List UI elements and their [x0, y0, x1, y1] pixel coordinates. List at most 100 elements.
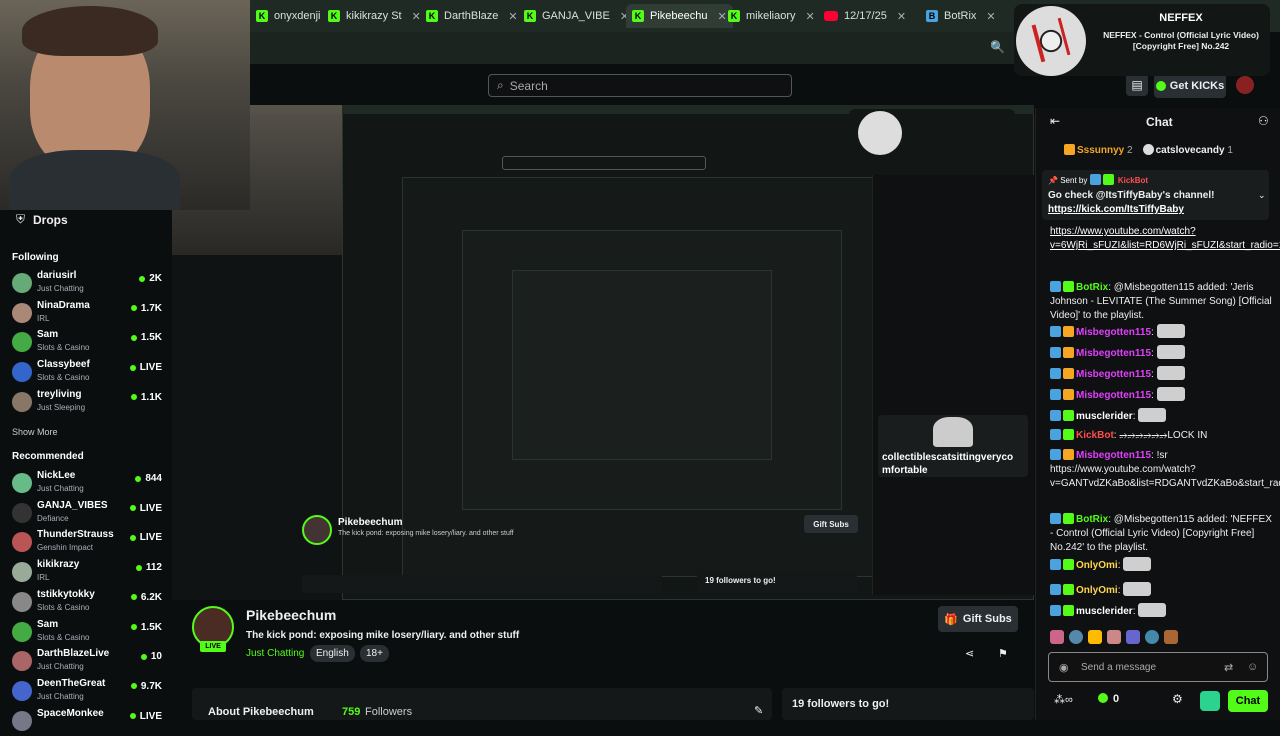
channel-name: tstikkytokky: [37, 588, 95, 600]
chat-username[interactable]: Misbegotten115: [1076, 390, 1151, 401]
browser-tab[interactable]: Kmikeliaory ✕: [722, 4, 821, 28]
emoji-icon[interactable]: ☺: [1247, 661, 1258, 673]
sidebar-channel-item[interactable]: treyliving Just Sleeping 1.1K: [12, 389, 162, 417]
badge-icon: [1063, 368, 1074, 379]
browser-tab[interactable]: B BotRix ✕: [920, 4, 1002, 28]
category-link[interactable]: Just Chatting: [246, 648, 304, 659]
sidebar-channel-item[interactable]: DarthBlazeLive Just Chatting 10: [12, 648, 162, 676]
sidebar-channel-item[interactable]: dariusirl Just Chatting 2K: [12, 270, 162, 298]
store-icon[interactable]: ▤: [1126, 74, 1148, 96]
chat-username[interactable]: Misbegotten115: [1076, 369, 1151, 380]
viewer-count: 2K: [149, 273, 162, 284]
browser-tab[interactable]: 12/17/25 ✕: [818, 4, 912, 28]
sidebar-channel-item[interactable]: Sam Slots & Casino 1.5K: [12, 619, 162, 647]
chat-username[interactable]: musclerider: [1076, 606, 1133, 617]
channel-category: Genshin Impact: [37, 543, 94, 553]
gift-subs-button[interactable]: 🎁 Gift Subs: [938, 606, 1018, 632]
chat-message: Misbegotten115:: [1050, 387, 1272, 407]
browser-tab[interactable]: K GANJA_VIBE ✕: [518, 4, 635, 28]
sidebar-channel-item[interactable]: NickLee Just Chatting 844: [12, 470, 162, 498]
user-avatar[interactable]: [1236, 76, 1254, 94]
badge-icon: [1063, 429, 1074, 440]
pinned-link[interactable]: https://kick.com/ItsTiffyBaby: [1048, 204, 1184, 215]
tag-18plus[interactable]: 18+: [360, 645, 389, 662]
get-kicks-button[interactable]: Get KICKs: [1154, 74, 1226, 98]
viewer-count: LIVE: [139, 502, 162, 514]
stream-title: The kick pond: exposing mike losery/liar…: [246, 630, 520, 641]
chat-username[interactable]: OnlyOmi: [1076, 585, 1118, 596]
badge-icon: [1050, 347, 1061, 358]
browser-tab[interactable]: Kkikikrazy St ✕: [322, 4, 427, 28]
translate-icon[interactable]: ⇄: [1224, 661, 1233, 674]
preview-chat-card: collectiblescatsittingverycomfortable: [882, 452, 1014, 476]
chat-username[interactable]: BotRix: [1076, 514, 1108, 525]
chat-username[interactable]: Misbegotten115: [1076, 450, 1151, 461]
botrix-favicon-icon: B: [926, 10, 938, 22]
chat-message: OnlyOmi:: [1050, 582, 1272, 602]
chat-users-icon[interactable]: ⚇: [1258, 114, 1269, 128]
close-tab-icon[interactable]: ✕: [508, 10, 517, 23]
channel-category: IRL: [37, 573, 50, 583]
report-icon[interactable]: ⚑: [998, 647, 1008, 660]
close-tab-icon[interactable]: ✕: [897, 10, 906, 23]
chat-message: musclerider:: [1050, 603, 1272, 623]
tab-label: 12/17/25: [844, 10, 887, 22]
viewer-count: 112: [145, 562, 162, 574]
chat-message: Misbegotten115:: [1050, 324, 1272, 344]
close-tab-icon[interactable]: ✕: [986, 10, 995, 23]
viewer-count: LIVE: [139, 532, 162, 544]
search-input[interactable]: ⌕ Search: [488, 74, 792, 97]
sidebar-channel-item[interactable]: DeenTheGreat Just Chatting 9.7K: [12, 678, 162, 706]
sidebar-channel-item[interactable]: kikikrazy IRL 112: [12, 559, 162, 587]
emoji-left-icon[interactable]: ◉: [1059, 661, 1069, 674]
settings-icon[interactable]: ⚙: [1172, 692, 1183, 706]
share-icon[interactable]: ⋖: [965, 647, 974, 660]
channel-name: Classybeef: [37, 359, 90, 371]
badge-icon: [1050, 410, 1061, 421]
pinned-message: 📌 Sent by KickBot Go check @ItsTiffyBaby…: [1042, 170, 1269, 220]
badge-icon: [1063, 605, 1074, 616]
sidebar-channel-item[interactable]: tstikkytokky Slots & Casino 6.2K: [12, 589, 162, 617]
channel-name: DeenTheGreat: [37, 677, 106, 689]
chat-username[interactable]: musclerider: [1076, 411, 1133, 422]
chat-username[interactable]: Misbegotten115: [1076, 348, 1151, 359]
send-chat-button[interactable]: Chat: [1228, 690, 1268, 712]
points-icon[interactable]: ⁂∞: [1054, 693, 1073, 706]
viewer-count: 1.7K: [140, 302, 162, 314]
chat-username[interactable]: OnlyOmi: [1076, 560, 1118, 571]
sidebar-channel-item[interactable]: SpaceMonkee LIVE: [12, 708, 162, 736]
emote-image: [1156, 345, 1185, 359]
channel-name: GANJA_VIBES: [37, 499, 108, 511]
live-dot-icon: [130, 594, 137, 601]
tab-label: onyxdenji: [274, 10, 321, 22]
browser-tab[interactable]: K Pikebeechu ✕: [626, 4, 733, 28]
channel-name[interactable]: Pikebeechum: [246, 607, 336, 623]
channel-avatar: [12, 332, 32, 353]
show-more-link[interactable]: Show More: [12, 427, 58, 437]
channel-name: NickLee: [37, 470, 76, 481]
close-tab-icon[interactable]: ✕: [806, 10, 815, 23]
sidebar-channel-item[interactable]: Classybeef Slots & Casino LIVE: [12, 359, 162, 387]
chat-input[interactable]: ◉ Send a message ⇄ ☺: [1048, 652, 1268, 682]
collapse-chat-icon[interactable]: ⇤: [1050, 114, 1060, 128]
expand-pinned-icon[interactable]: ⌄: [1258, 190, 1266, 201]
drops-link[interactable]: Drops: [33, 213, 68, 227]
sidebar-channel-item[interactable]: NinaDrama IRL 1.7K: [12, 300, 162, 328]
zoom-icon[interactable]: 🔍: [990, 40, 1005, 54]
live-dot-icon: [129, 713, 136, 720]
browser-tab[interactable]: K DarthBlaze ✕: [420, 4, 524, 28]
chat-message: BotRix: @Misbegotten115 added: 'Jeris Jo…: [1050, 281, 1272, 321]
chat-username[interactable]: BotRix: [1076, 282, 1108, 293]
tab-label: Pikebeechu: [650, 10, 708, 22]
sidebar-channel-item[interactable]: GANJA_VIBES Defiance LIVE: [12, 500, 162, 528]
chat-username[interactable]: Misbegotten115: [1076, 327, 1151, 338]
sidebar-channel-item[interactable]: Sam Slots & Casino 1.5K: [12, 329, 162, 357]
badge-icon: [1050, 368, 1061, 379]
chat-username[interactable]: KickBot: [1076, 430, 1114, 441]
drops-icon: ⛨: [16, 212, 26, 226]
channel-name: NinaDrama: [37, 299, 90, 311]
sidebar-channel-item[interactable]: ThunderStrauss Genshin Impact LIVE: [12, 529, 162, 557]
extension-icon[interactable]: [1200, 691, 1220, 711]
tag-english[interactable]: English: [310, 645, 355, 662]
edit-icon[interactable]: ✎: [754, 704, 763, 717]
